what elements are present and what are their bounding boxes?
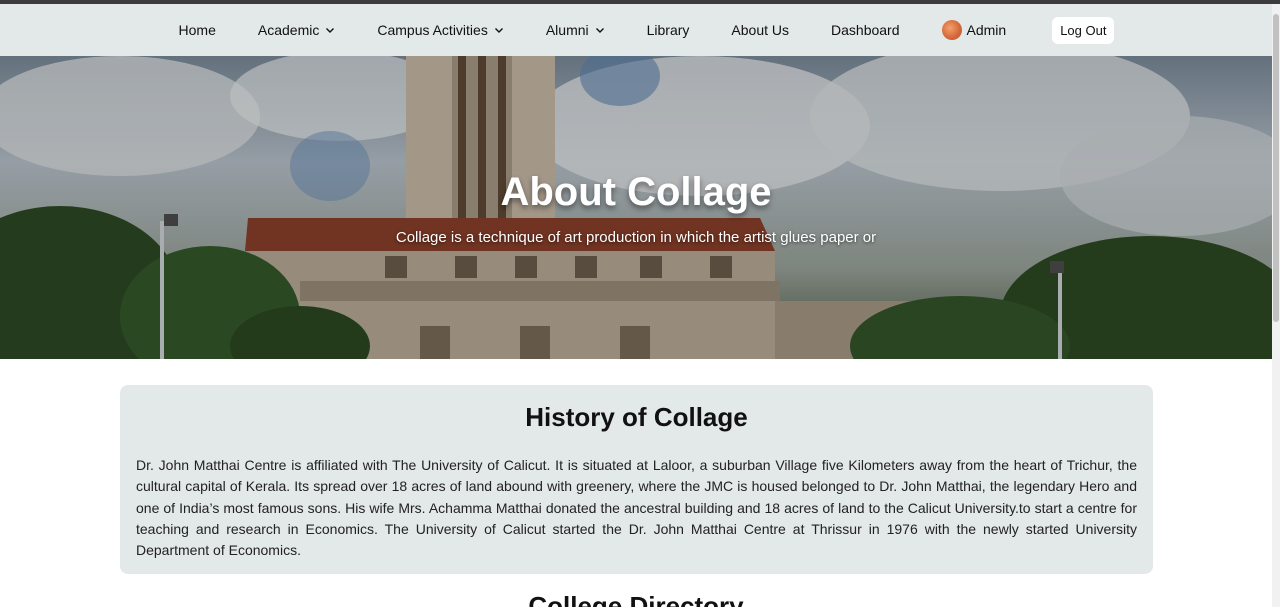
main-navbar: Home Academic Campus Activities Alumni L…: [0, 4, 1272, 56]
nav-dashboard[interactable]: Dashboard: [831, 22, 900, 38]
nav-about-us[interactable]: About Us: [731, 22, 789, 38]
chevron-down-icon: [595, 28, 604, 33]
history-text: Dr. John Matthai Centre is affiliated wi…: [136, 457, 1137, 559]
hero-subtitle: Collage is a technique of art production…: [395, 229, 877, 246]
hero-banner: About Collage Collage is a technique of …: [0, 56, 1272, 359]
nav-academic-label: Academic: [257, 22, 320, 38]
nav-library[interactable]: Library: [647, 22, 690, 38]
nav-alumni[interactable]: Alumni: [546, 22, 605, 38]
nav-library-label: Library: [646, 22, 690, 38]
avatar: [941, 20, 962, 40]
nav-academic[interactable]: Academic: [258, 22, 335, 38]
directory-title: College Directory: [528, 591, 744, 607]
user-name-label: Admin: [966, 22, 1007, 38]
history-title: History of Collage: [525, 402, 748, 432]
hero-title: About Collage: [500, 170, 772, 214]
nav-dashboard-label: Dashboard: [831, 22, 900, 38]
page-scrollbar[interactable]: [1272, 4, 1280, 607]
nav-campus-activities-label: Campus Activities: [377, 22, 488, 38]
nav-user-menu[interactable]: Admin: [941, 20, 1007, 40]
scrollbar-thumb[interactable]: [1273, 14, 1279, 322]
nav-campus-activities[interactable]: Campus Activities: [377, 22, 503, 38]
history-section: History of Collage Dr. John Matthai Cent…: [120, 385, 1153, 574]
nav-about-us-label: About Us: [731, 22, 790, 38]
nav-alumni-label: Alumni: [545, 22, 589, 38]
chevron-down-icon: [494, 28, 503, 33]
logout-button[interactable]: Log Out: [1052, 16, 1115, 44]
nav-home[interactable]: Home: [179, 22, 216, 38]
chevron-down-icon: [326, 28, 335, 33]
nav-home-label: Home: [178, 22, 216, 38]
